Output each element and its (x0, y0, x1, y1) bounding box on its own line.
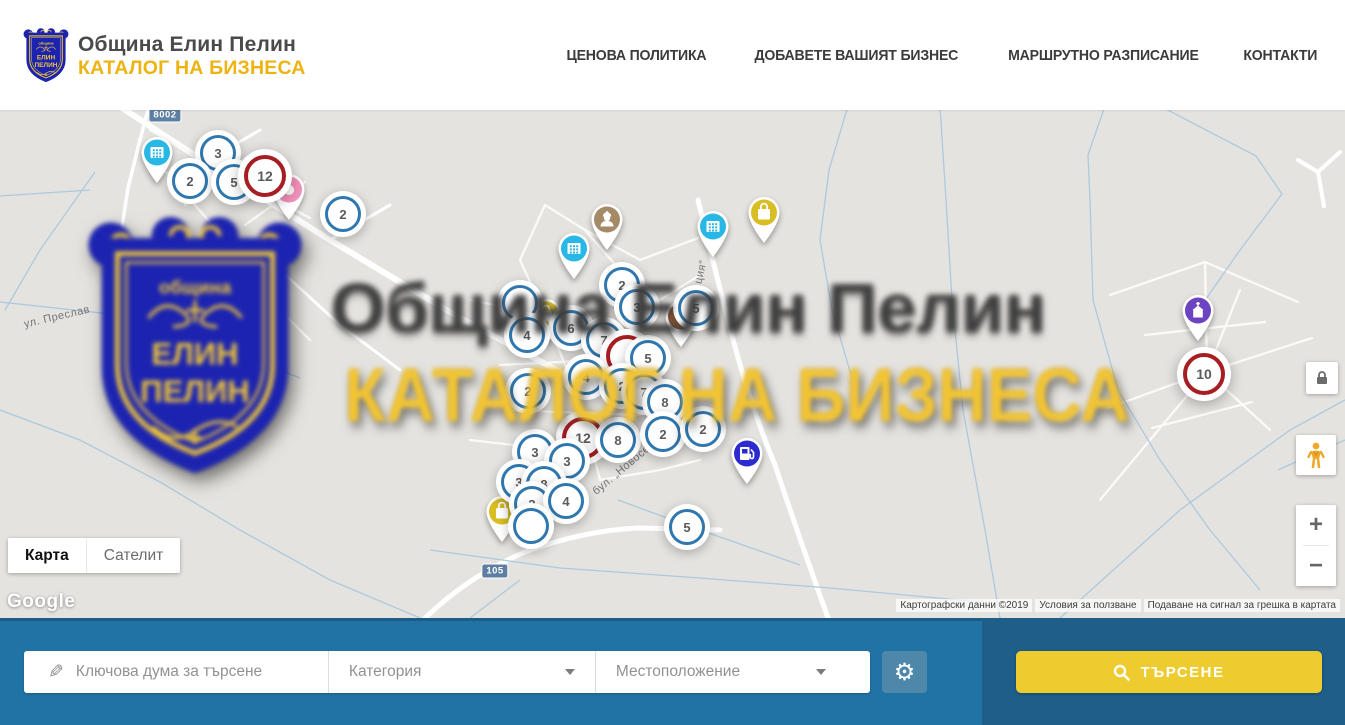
cluster-marker[interactable] (513, 508, 549, 544)
category-dropdown-label: Категория (349, 663, 421, 681)
google-logo[interactable]: Google (7, 591, 75, 613)
search-button-label: ТЪРСЕНЕ (1140, 664, 1224, 681)
cluster-marker[interactable]: 8 (647, 384, 683, 420)
cluster-marker[interactable]: 6 (553, 310, 589, 346)
attribution-copyright: Картографски данни ©2019 (896, 599, 1032, 612)
search-icon (1113, 664, 1130, 681)
cluster-marker[interactable]: 5 (630, 340, 666, 376)
category-dropdown[interactable]: Категория (329, 651, 595, 693)
cluster-marker[interactable]: 10 (1183, 353, 1225, 395)
cluster-marker[interactable]: 4 (509, 317, 545, 353)
map-canvas[interactable]: ул. Преславбул. „Новоселция“8002105 3251… (0, 110, 1345, 618)
cluster-marker[interactable]: 4 (568, 359, 604, 395)
cluster-marker[interactable] (502, 285, 538, 321)
nav-item-schedule[interactable]: МАРШРУТНО РАЗПИСАНИЕ (1008, 47, 1199, 64)
cluster-marker[interactable]: 2 (172, 163, 208, 199)
advanced-settings-button[interactable]: ⚙ (882, 651, 927, 693)
zoom-in-button[interactable]: + (1296, 505, 1336, 545)
cluster-marker[interactable]: 12 (244, 155, 286, 197)
nav-item-contacts[interactable]: КОНТАКТИ (1244, 47, 1318, 64)
map-attribution: Картографски данни ©2019 Условия за полз… (896, 599, 1340, 612)
search-button[interactable]: ТЪРСЕНЕ (1016, 651, 1322, 693)
cluster-marker[interactable]: 4 (548, 483, 584, 519)
cluster-marker[interactable]: 3 (619, 289, 655, 325)
site-header: Община Елин Пелин КАТАЛОГ НА БИЗНЕСА ЦЕН… (0, 0, 1345, 110)
lock-icon (1314, 370, 1330, 386)
keyword-input[interactable] (74, 662, 328, 682)
nav-item-add-business[interactable]: ДОБАВЕТЕ ВАШИЯТ БИЗНЕС (754, 47, 958, 64)
attribution-report-link[interactable]: Подаване на сигнал за грешка в картата (1144, 599, 1340, 612)
map-type-control: Карта Сателит (8, 538, 180, 573)
chevron-down-icon (565, 669, 575, 675)
attribution-terms-link[interactable]: Условия за ползване (1035, 599, 1140, 612)
nav-item-pricing[interactable]: ЦЕНОВА ПОЛИТИКА (567, 47, 707, 64)
lock-button[interactable] (1306, 362, 1338, 394)
main-nav: ЦЕНОВА ПОЛИТИКА ДОБАВЕТЕ ВАШИЯТ БИЗНЕС М… (562, 0, 1320, 110)
map-type-map-button[interactable]: Карта (8, 538, 86, 573)
cluster-marker[interactable]: 5 (669, 509, 705, 545)
site-title: Община Елин Пелин (78, 34, 306, 56)
municipality-crest-icon (22, 28, 70, 84)
zoom-out-button[interactable]: − (1296, 546, 1336, 586)
site-subtitle: КАТАЛОГ НА БИЗНЕСА (78, 58, 306, 78)
search-bar: ТЪРСЕНЕ ✎ Категория Местоположение ⚙ (0, 618, 1345, 725)
location-dropdown-label: Местоположение (616, 663, 740, 681)
cluster-marker[interactable]: 5 (678, 290, 714, 326)
search-bar-right-panel: ТЪРСЕНЕ (982, 618, 1345, 725)
pencil-icon: ✎ (48, 661, 64, 684)
cluster-marker[interactable]: 2 (685, 411, 721, 447)
street-view-pegman-button[interactable] (1296, 435, 1336, 475)
cluster-marker[interactable]: 2 (645, 416, 681, 452)
cluster-marker[interactable]: 2 (510, 373, 546, 409)
chevron-down-icon (816, 669, 826, 675)
location-dropdown[interactable]: Местоположение (596, 651, 846, 693)
search-field-group: ✎ Категория Местоположение (24, 651, 870, 693)
cluster-marker[interactable]: 8 (600, 422, 636, 458)
gear-icon: ⚙ (894, 658, 916, 687)
cluster-marker[interactable]: 2 (325, 196, 361, 232)
site-logo-link[interactable]: Община Елин Пелин КАТАЛОГ НА БИЗНЕСА (22, 28, 306, 84)
pegman-icon (1305, 442, 1327, 468)
zoom-control: + − (1296, 505, 1336, 586)
map-type-satellite-button[interactable]: Сателит (86, 538, 180, 573)
